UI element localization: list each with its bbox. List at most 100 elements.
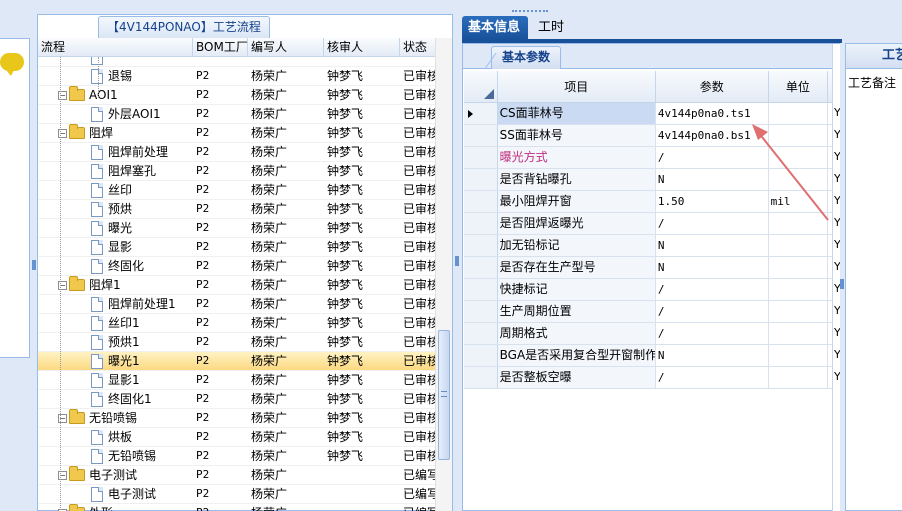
param-value-cell[interactable]: / [656, 323, 769, 344]
tree-row[interactable]: − 无铅喷锡 P2 杨荣广 钟梦飞 已审核 [38, 409, 436, 428]
param-row[interactable]: 周期格式 / [464, 323, 834, 345]
tab-work-hours[interactable]: 工时 [532, 16, 570, 40]
row-indicator[interactable] [464, 367, 498, 388]
tree-row[interactable]: −外形P2杨荣广 已编写 [38, 504, 436, 511]
col-header-unit[interactable]: 单位 [769, 71, 829, 102]
tree-node[interactable]: 阻焊塞孔 [38, 162, 193, 180]
tree-row[interactable]: 丝印1 P2 杨荣广 钟梦飞 已审核 [38, 314, 436, 333]
row-indicator[interactable] [464, 279, 498, 300]
tree-node[interactable]: 丝印 [38, 181, 193, 199]
tree-row[interactable]: 阻焊塞孔 P2 杨荣广 钟梦飞 已审核 [38, 162, 436, 181]
param-value-cell[interactable]: / [656, 279, 769, 300]
row-indicator[interactable] [464, 345, 498, 366]
tree-row[interactable]: 丝印 P2 杨荣广 钟梦飞 已审核 [38, 181, 436, 200]
tree-node[interactable]: 显影 [38, 238, 193, 256]
splitter-grip-icon[interactable] [840, 279, 844, 289]
param-row[interactable]: 曝光方式 / [464, 147, 834, 169]
row-indicator[interactable] [464, 103, 498, 124]
row-indicator[interactable] [464, 147, 498, 168]
param-row[interactable]: SS面菲林号 4v144p0na0.bs1 [464, 125, 834, 147]
param-value-cell[interactable]: 1.50 [656, 191, 769, 212]
tree-node[interactable]: 丝印1 [38, 314, 193, 332]
row-indicator[interactable] [464, 323, 498, 344]
param-unit-cell[interactable] [769, 103, 829, 124]
param-unit-cell[interactable]: mil [769, 191, 829, 212]
col-header-checker[interactable]: 核审人 [324, 38, 400, 57]
param-unit-cell[interactable] [769, 125, 829, 146]
param-unit-cell[interactable] [769, 169, 829, 190]
param-value-cell[interactable]: / [656, 147, 769, 168]
param-row[interactable]: 最小阻焊开窗 1.50 mil [464, 191, 834, 213]
row-indicator[interactable] [464, 191, 498, 212]
tree-row[interactable]: 无铅喷锡 P2 杨荣广 钟梦飞 已审核 [38, 447, 436, 466]
param-value-cell[interactable]: / [656, 213, 769, 234]
chat-bubble-icon[interactable] [0, 53, 24, 76]
right-splitter[interactable] [840, 43, 844, 511]
param-value-cell[interactable]: / [656, 367, 769, 388]
tree-node[interactable] [38, 57, 193, 66]
tree-row[interactable]: 终固化 P2 杨荣广 钟梦飞 已审核 [38, 257, 436, 276]
param-unit-cell[interactable] [769, 213, 829, 234]
tree-node[interactable]: 阻焊前处理 [38, 143, 193, 161]
tree-node[interactable]: 曝光 [38, 219, 193, 237]
param-value-cell[interactable]: / [656, 301, 769, 322]
splitter-grip-icon[interactable] [32, 260, 36, 270]
param-row[interactable]: CS面菲林号 4v144p0na0.ts1 [464, 103, 834, 125]
param-unit-cell[interactable] [769, 345, 829, 366]
tab-basic-params[interactable]: 基本参数 [491, 46, 562, 69]
tree-row[interactable]: − 阻焊 P2 杨荣广 钟梦飞 已审核 [38, 124, 436, 143]
tree-row[interactable]: 预烘1 P2 杨荣广 钟梦飞 已审核 [38, 333, 436, 352]
tree-row[interactable]: 终固化1 P2 杨荣广 钟梦飞 已审核 [38, 390, 436, 409]
col-header-status[interactable]: 状态 [400, 38, 436, 57]
param-row[interactable]: 快捷标记 / [464, 279, 834, 301]
param-row[interactable]: BGA是否采用复合型开窗制作 N [464, 345, 834, 367]
col-header-param[interactable]: 参数 [656, 71, 769, 102]
param-value-cell[interactable]: N [656, 257, 769, 278]
param-value-cell[interactable]: 4v144p0na0.ts1 [656, 103, 769, 124]
tree-row[interactable]: 阻焊前处理 P2 杨荣广 钟梦飞 已审核 [38, 143, 436, 162]
param-row[interactable]: 是否存在生产型号 N [464, 257, 834, 279]
row-indicator[interactable] [464, 257, 498, 278]
tree-node[interactable]: 外层AOI1 [38, 105, 193, 123]
tree-node[interactable]: − AOI1 [38, 86, 193, 104]
col-header-writer[interactable]: 编写人 [248, 38, 324, 57]
tab-basic-info[interactable]: 基本信息 [462, 16, 528, 40]
process-tree-title[interactable]: 【4V144PONAO】工艺流程 [98, 16, 270, 38]
tree-row[interactable]: 外层AOI1 P2 杨荣广 钟梦飞 已审核 [38, 105, 436, 124]
tree-node[interactable]: − 阻焊 [38, 124, 193, 142]
tree-row[interactable]: − 阻焊1 P2 杨荣广 钟梦飞 已审核 [38, 276, 436, 295]
tree-node[interactable]: 显影1 [38, 371, 193, 389]
param-value-cell[interactable]: 4v144p0na0.bs1 [656, 125, 769, 146]
tree-node[interactable]: 预烘 [38, 200, 193, 218]
tree-row[interactable]: 烘板 P2 杨荣广 钟梦飞 已审核 [38, 428, 436, 447]
tree-node[interactable]: − 无铅喷锡 [38, 409, 193, 427]
tree-row[interactable]: 显影 P2 杨荣广 钟梦飞 已审核 [38, 238, 436, 257]
param-unit-cell[interactable] [769, 257, 829, 278]
param-row[interactable]: 是否阻焊返曝光 / [464, 213, 834, 235]
tree-row[interactable]: 显影1 P2 杨荣广 钟梦飞 已审核 [38, 371, 436, 390]
middle-splitter[interactable] [455, 38, 459, 511]
tree-row[interactable]: 曝光 P2 杨荣广 钟梦飞 已审核 [38, 219, 436, 238]
param-unit-cell[interactable] [769, 367, 829, 388]
param-value-cell[interactable]: N [656, 235, 769, 256]
left-splitter[interactable] [32, 38, 36, 511]
tree-node[interactable]: 退锡 [38, 67, 193, 85]
tree-scroll-thumb[interactable] [438, 330, 450, 460]
row-indicator[interactable] [464, 169, 498, 190]
param-row[interactable]: 是否整板空曝 / [464, 367, 834, 389]
splitter-grip-icon[interactable] [455, 256, 459, 266]
tree-node[interactable]: 终固化1 [38, 390, 193, 408]
col-header-bom[interactable]: BOM工厂 [193, 38, 248, 57]
top-collapse-grip[interactable] [512, 10, 548, 14]
tree-node[interactable]: −外形 [38, 504, 193, 511]
param-row[interactable]: 是否背钻曝孔 N [464, 169, 834, 191]
param-row[interactable]: 生产周期位置 / [464, 301, 834, 323]
tree-node[interactable]: 预烘1 [38, 333, 193, 351]
tree-scrollbar[interactable] [435, 38, 452, 511]
row-indicator[interactable] [464, 235, 498, 256]
tree-row[interactable]: 电子测试 P2 杨荣广 已编写 [38, 485, 436, 504]
col-header-process[interactable]: 流程 [38, 38, 193, 57]
tree-node[interactable]: − 电子测试 [38, 466, 193, 484]
param-unit-cell[interactable] [769, 323, 829, 344]
row-indicator[interactable] [464, 213, 498, 234]
